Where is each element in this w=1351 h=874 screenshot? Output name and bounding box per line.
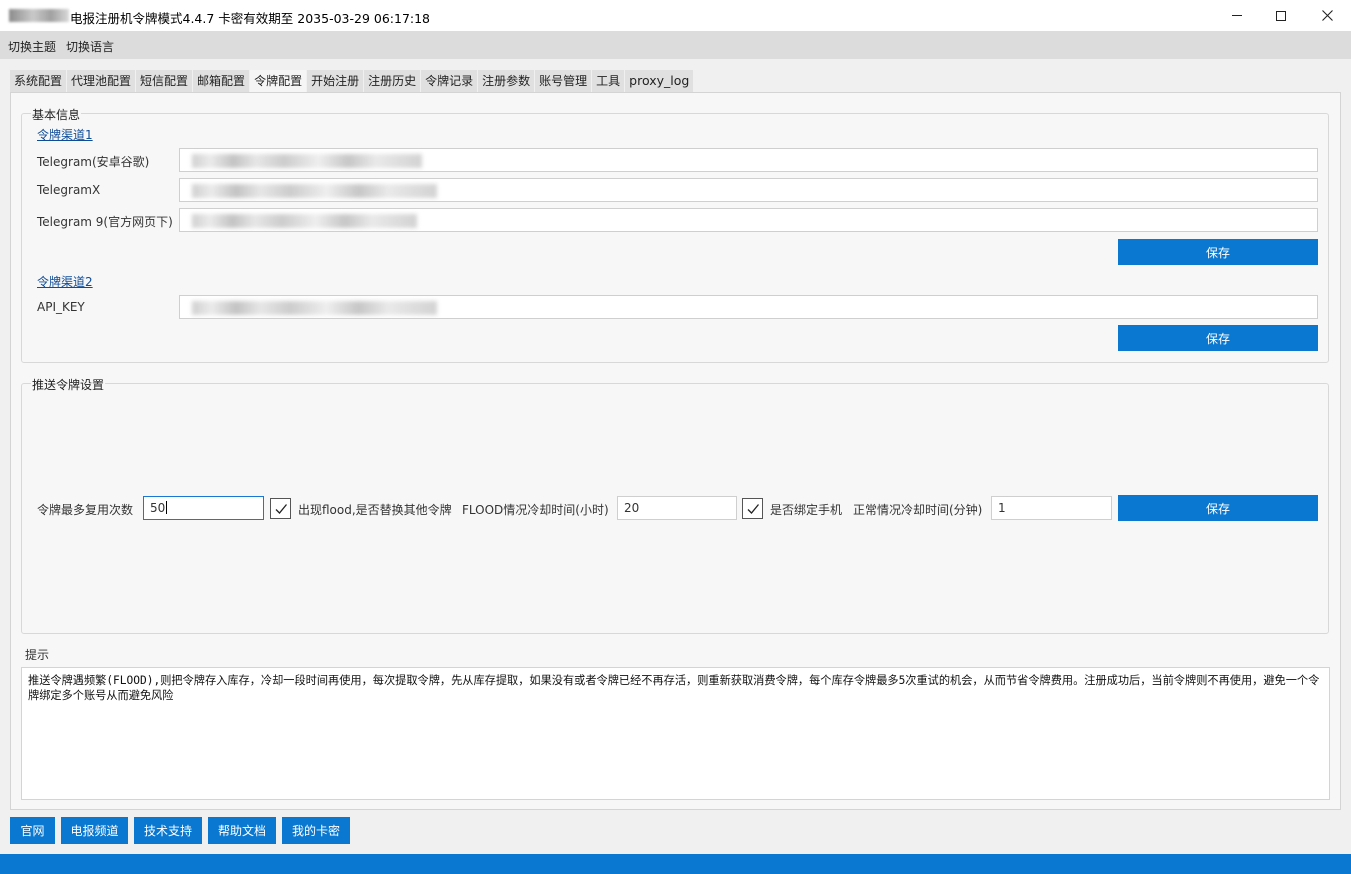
hint-text-area[interactable]: 推送令牌遇频繁(FLOOD),则把令牌存入库存，冷却一段时间再使用，每次提取令牌… [21, 667, 1330, 800]
basic-info-title: 基本信息 [31, 106, 82, 123]
window-title: 电报注册机令牌模式4.4.7 卡密有效期至 2035-03-29 06:17:1… [70, 11, 431, 26]
tab-proxy-pool-config[interactable]: 代理池配置 [67, 70, 137, 92]
telegramx-input[interactable] [179, 178, 1318, 202]
telegramx-label: TelegramX [37, 183, 101, 197]
checkmark-icon [747, 503, 759, 514]
api-key-input[interactable] [179, 295, 1318, 319]
tab-token-records[interactable]: 令牌记录 [421, 70, 479, 92]
tab-register-params[interactable]: 注册参数 [478, 70, 536, 92]
save-push-settings-button[interactable]: 保存 [1118, 495, 1318, 521]
tab-proxy-log[interactable]: proxy_log [625, 70, 695, 92]
telegram-android-input[interactable] [179, 148, 1318, 172]
tab-start-register[interactable]: 开始注册 [307, 70, 365, 92]
my-card-key-button[interactable]: 我的卡密 [282, 817, 350, 844]
tab-email-config[interactable]: 邮箱配置 [193, 70, 251, 92]
hint-title: 提示 [25, 648, 50, 662]
save-channel-2-button[interactable]: 保存 [1118, 325, 1318, 351]
maximize-icon[interactable] [1258, 0, 1304, 31]
tab-account-manage[interactable]: 账号管理 [535, 70, 593, 92]
tab-register-history[interactable]: 注册历史 [364, 70, 422, 92]
menu-bar: 切换主题 切换语言 [0, 31, 1351, 59]
flood-cooldown-label: FLOOD情况冷却时间(小时) [462, 503, 609, 517]
help-docs-button[interactable]: 帮助文档 [208, 817, 276, 844]
checkmark-icon [275, 503, 287, 514]
normal-cooldown-input[interactable]: 1 [991, 496, 1112, 520]
status-bar [0, 854, 1351, 874]
telegram-web-input[interactable] [179, 208, 1318, 232]
minimize-icon[interactable] [1214, 0, 1260, 31]
menu-switch-theme[interactable]: 切换主题 [8, 38, 56, 55]
max-reuse-input[interactable]: 50 [143, 496, 264, 520]
tab-token-config[interactable]: 令牌配置 [250, 70, 308, 92]
flood-replace-checkbox[interactable] [270, 498, 291, 519]
close-icon[interactable] [1304, 0, 1350, 31]
tab-tools[interactable]: 工具 [592, 70, 626, 92]
app-logo-icon [9, 9, 69, 22]
save-channel-1-button[interactable]: 保存 [1118, 239, 1318, 265]
bind-phone-label: 是否绑定手机 [770, 503, 843, 517]
token-channel-1-link[interactable]: 令牌渠道1 [37, 126, 93, 143]
tab-strip: 系统配置 代理池配置 短信配置 邮箱配置 令牌配置 开始注册 注册历史 令牌记录… [10, 70, 695, 92]
title-bar: 电报注册机令牌模式4.4.7 卡密有效期至 2035-03-29 06:17:1… [0, 0, 1351, 31]
push-token-settings-title: 推送令牌设置 [31, 376, 106, 393]
bind-phone-checkbox[interactable] [742, 498, 763, 519]
tech-support-button[interactable]: 技术支持 [134, 817, 202, 844]
tab-system-config[interactable]: 系统配置 [10, 70, 68, 92]
flood-cooldown-input[interactable]: 20 [617, 496, 737, 520]
max-reuse-label: 令牌最多复用次数 [37, 503, 134, 517]
token-channel-2-link[interactable]: 令牌渠道2 [37, 273, 93, 290]
api-key-label: API_KEY [37, 300, 85, 314]
telegram-web-label: Telegram 9(官方网页下) [37, 215, 173, 229]
flood-replace-label: 出现flood,是否替换其他令牌 [298, 503, 452, 517]
telegram-channel-button[interactable]: 电报频道 [61, 817, 128, 844]
max-reuse-value: 50 [150, 501, 166, 515]
normal-cooldown-label: 正常情况冷却时间(分钟) [853, 503, 983, 517]
tab-sms-config[interactable]: 短信配置 [136, 70, 194, 92]
menu-switch-language[interactable]: 切换语言 [66, 38, 114, 55]
official-site-button[interactable]: 官网 [10, 817, 55, 844]
telegram-android-label: Telegram(安卓谷歌) [37, 155, 150, 169]
